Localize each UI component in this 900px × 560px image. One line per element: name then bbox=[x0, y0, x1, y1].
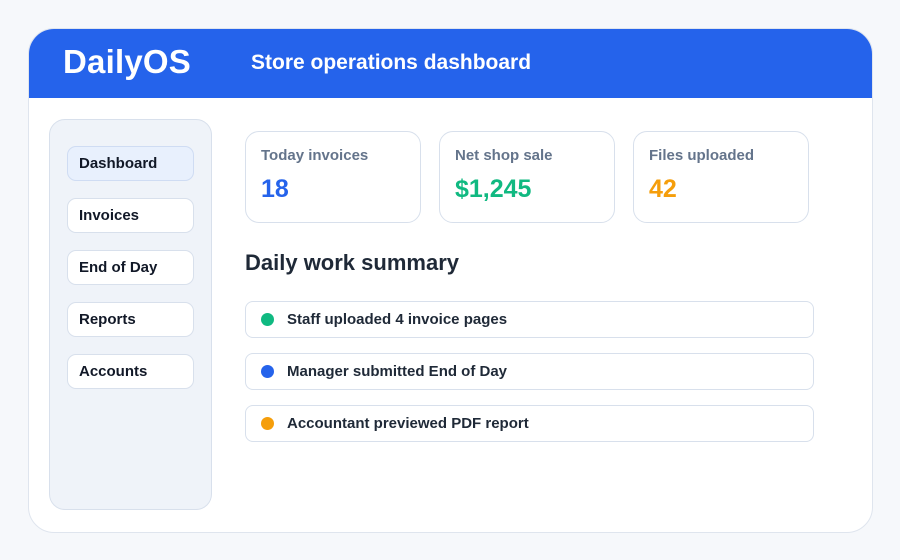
status-dot-icon bbox=[261, 365, 274, 378]
stat-card-net-shop-sale: Net shop sale $1,245 bbox=[439, 131, 615, 223]
sidebar-item-label: Dashboard bbox=[79, 155, 158, 172]
activity-text: Accountant previewed PDF report bbox=[287, 415, 529, 432]
app-window: DailyOS Store operations dashboard Dashb… bbox=[28, 28, 873, 533]
sidebar-item-accounts[interactable]: Accounts bbox=[67, 354, 194, 389]
top-header: DailyOS Store operations dashboard bbox=[29, 29, 872, 98]
activity-text: Staff uploaded 4 invoice pages bbox=[287, 311, 508, 328]
stat-label: Net shop sale bbox=[455, 147, 553, 164]
sidebar-item-label: Invoices bbox=[79, 207, 140, 224]
sidebar-item-label: Accounts bbox=[79, 363, 148, 380]
stat-label: Files uploaded bbox=[649, 147, 755, 164]
page-subtitle: Store operations dashboard bbox=[251, 51, 532, 74]
stat-value: 42 bbox=[649, 175, 677, 203]
sidebar: Dashboard Invoices End of Day Reports Ac… bbox=[49, 119, 212, 510]
sidebar-item-invoices[interactable]: Invoices bbox=[67, 198, 194, 233]
sidebar-item-reports[interactable]: Reports bbox=[67, 302, 194, 337]
stat-value: $1,245 bbox=[455, 175, 532, 203]
status-dot-icon bbox=[261, 417, 274, 430]
stat-card-today-invoices: Today invoices 18 bbox=[245, 131, 421, 223]
activity-text: Manager submitted End of Day bbox=[287, 363, 508, 380]
status-dot-icon bbox=[261, 313, 274, 326]
stat-card-files-uploaded: Files uploaded 42 bbox=[633, 131, 809, 223]
sidebar-item-end-of-day[interactable]: End of Day bbox=[67, 250, 194, 285]
stat-label: Today invoices bbox=[261, 147, 369, 164]
sidebar-item-label: Reports bbox=[79, 311, 136, 328]
activity-item: Manager submitted End of Day bbox=[245, 353, 814, 390]
section-title: Daily work summary bbox=[245, 250, 459, 275]
brand-logo[interactable]: DailyOS bbox=[63, 43, 191, 81]
sidebar-item-dashboard[interactable]: Dashboard bbox=[67, 146, 194, 181]
stat-value: 18 bbox=[261, 175, 289, 203]
sidebar-item-label: End of Day bbox=[79, 259, 158, 276]
activity-item: Staff uploaded 4 invoice pages bbox=[245, 301, 814, 338]
activity-item: Accountant previewed PDF report bbox=[245, 405, 814, 442]
